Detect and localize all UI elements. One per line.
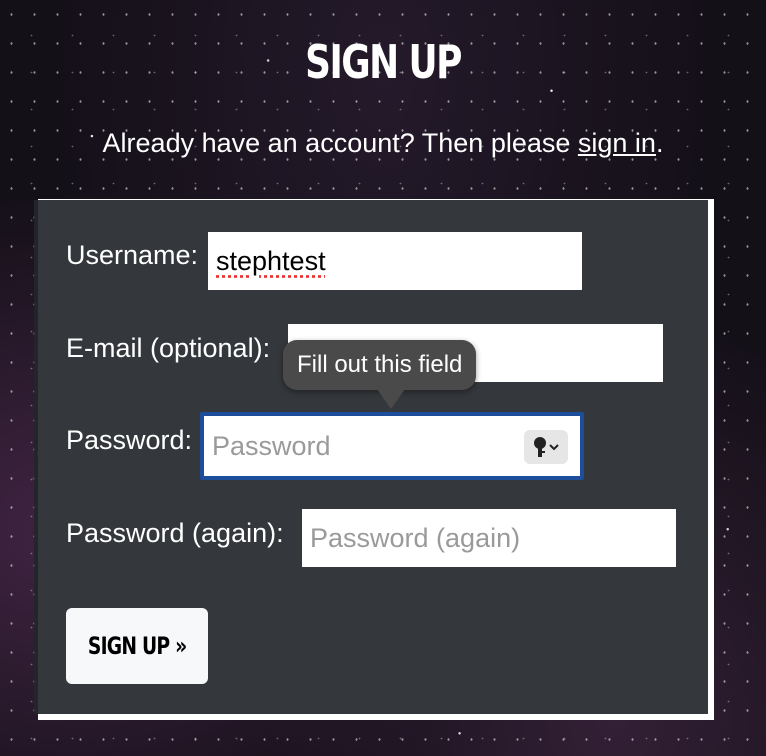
username-label: Username: — [66, 240, 199, 270]
sign-up-button-label: SIGN UP » — [87, 632, 187, 660]
username-row: Username: — [66, 240, 198, 271]
page-title: SIGN UP — [305, 35, 462, 89]
email-row: E-mail (optional): — [66, 333, 270, 364]
password-again-input[interactable]: Password (again) — [302, 509, 676, 567]
signin-prompt-text: Already have an account? Then please — [102, 128, 578, 158]
password-placeholder: Password — [212, 431, 331, 461]
password-again-label: Password (again): — [66, 518, 284, 548]
password-label: Password: — [66, 425, 193, 455]
sign-up-button[interactable]: SIGN UP » — [66, 608, 208, 684]
validation-tooltip: Fill out this field — [283, 340, 477, 390]
signin-prompt: Already have an account? Then please sig… — [0, 124, 766, 162]
signin-prompt-end: . — [655, 128, 664, 158]
username-value: stephtest — [216, 246, 326, 276]
sign-in-link[interactable]: sign in — [578, 128, 656, 158]
password-row: Password: — [66, 425, 192, 456]
email-label: E-mail (optional): — [66, 333, 271, 363]
password-manager-button[interactable] — [524, 430, 568, 464]
username-input[interactable]: stephtest — [208, 232, 582, 290]
password-input[interactable]: Password — [200, 412, 584, 480]
password-again-row: Password (again): — [66, 518, 284, 549]
key-icon — [534, 437, 559, 457]
validation-tooltip-arrow — [377, 389, 405, 409]
password-again-placeholder: Password (again) — [310, 523, 521, 553]
